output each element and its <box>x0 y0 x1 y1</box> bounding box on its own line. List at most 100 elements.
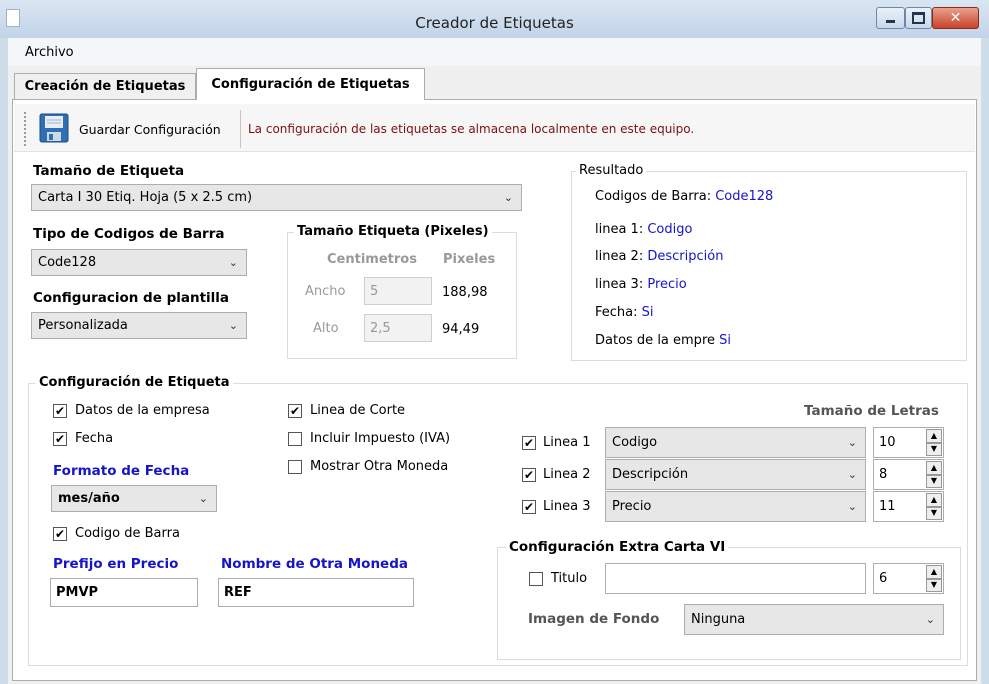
tab-creacion-etiquetas[interactable]: Creación de Etiquetas <box>14 73 196 99</box>
chevron-down-icon: ⌄ <box>925 613 935 626</box>
barcode-type-value: Code128 <box>38 255 97 270</box>
background-image-value: Ninguna <box>691 612 746 627</box>
save-config-button[interactable]: Guardar Configuración <box>79 122 221 137</box>
label-size-value: Carta I 30 Etiq. Hoja (5 x 2.5 cm) <box>38 190 253 205</box>
line2-field-select[interactable]: Descripción ⌄ <box>605 459 866 490</box>
company-data-label: Datos de la empresa <box>75 403 210 418</box>
price-prefix-value: PMVP <box>56 585 99 600</box>
check-icon: ✔ <box>523 500 535 514</box>
label-config-legend: Configuración de Etiqueta <box>36 375 233 390</box>
title-label: Titulo <box>551 571 588 586</box>
result-company-label: Datos de la empre <box>595 333 715 348</box>
chevron-down-icon: ⌄ <box>847 468 857 481</box>
other-currency-input[interactable]: REF <box>218 578 414 607</box>
line3-checkbox[interactable]: ✔ <box>522 500 536 514</box>
spin-up-icon[interactable]: ▲ <box>926 461 942 475</box>
result-line1-value: Codigo <box>647 222 693 237</box>
barcode-type-select[interactable]: Code128 ⌄ <box>31 249 247 276</box>
spin-up-icon[interactable]: ▲ <box>926 565 942 579</box>
company-data-checkbox[interactable]: ✔ <box>53 404 67 418</box>
other-currency-value: REF <box>224 585 252 600</box>
line1-size-value: 10 <box>879 435 896 450</box>
tab-label: Creación de Etiquetas <box>24 79 186 94</box>
maximize-button[interactable] <box>905 7 932 29</box>
result-barcodes-value: Code128 <box>715 189 774 204</box>
line2-size-spinner[interactable]: 8 ▲ ▼ <box>873 459 944 490</box>
title-size-value: 6 <box>879 571 888 586</box>
line1-field-select[interactable]: Codigo ⌄ <box>605 427 866 458</box>
cut-line-checkbox[interactable]: ✔ <box>288 404 302 418</box>
check-icon: ✔ <box>54 432 66 446</box>
show-other-currency-label: Mostrar Otra Moneda <box>310 459 449 474</box>
show-other-currency-checkbox[interactable] <box>288 460 302 474</box>
line2-checkbox[interactable]: ✔ <box>522 468 536 482</box>
check-icon: ✔ <box>54 404 66 418</box>
close-icon: ✕ <box>949 10 962 26</box>
barcode-checkbox[interactable]: ✔ <box>53 527 67 541</box>
line1-size-spinner[interactable]: 10 ▲ ▼ <box>873 427 944 458</box>
minimize-icon <box>877 8 904 28</box>
extra-carta-legend: Configuración Extra Carta VI <box>506 539 729 555</box>
title-checkbox[interactable] <box>529 572 543 586</box>
cut-line-label: Linea de Corte <box>310 403 406 418</box>
height-label: Alto <box>313 321 339 336</box>
background-image-label: Imagen de Fondo <box>528 611 660 627</box>
line3-size-value: 11 <box>879 499 896 514</box>
menu-archivo[interactable]: Archivo <box>25 45 74 60</box>
pixel-size-legend: Tamaño Etiqueta (Pixeles) <box>294 224 492 239</box>
height-px-value: 94,49 <box>442 322 480 337</box>
include-tax-checkbox[interactable] <box>288 432 302 446</box>
height-cm-input[interactable]: 2,5 <box>364 314 432 342</box>
maximize-icon <box>906 8 931 28</box>
result-line1-label: linea 1: <box>595 222 644 237</box>
date-format-heading: Formato de Fecha <box>53 463 190 479</box>
background-image-select[interactable]: Ninguna ⌄ <box>684 604 944 635</box>
result-date: Fecha: Si <box>595 305 654 320</box>
label-size-select[interactable]: Carta I 30 Etiq. Hoja (5 x 2.5 cm) ⌄ <box>31 184 522 211</box>
toolbar-grip[interactable] <box>24 112 27 146</box>
line3-field-select[interactable]: Precio ⌄ <box>605 491 866 522</box>
result-company: Datos de la empre Si <box>595 333 731 348</box>
line3-label: Linea 3 <box>543 499 591 514</box>
result-line2-label: linea 2: <box>595 249 644 264</box>
title-input[interactable] <box>605 563 866 594</box>
spin-down-icon[interactable]: ▼ <box>926 578 942 592</box>
barcode-label: Codigo de Barra <box>75 526 180 541</box>
minimize-button[interactable] <box>876 7 905 29</box>
result-line3-label: linea 3: <box>595 277 644 292</box>
result-barcodes: Codigos de Barra: Code128 <box>595 189 773 204</box>
pixeles-header: Pixeles <box>443 252 496 267</box>
date-checkbox[interactable]: ✔ <box>53 432 67 446</box>
width-cm-input[interactable]: 5 <box>364 277 432 305</box>
chevron-down-icon: ⌄ <box>847 500 857 513</box>
spin-down-icon[interactable]: ▼ <box>926 442 942 456</box>
check-icon: ✔ <box>54 527 66 541</box>
spin-down-icon[interactable]: ▼ <box>926 474 942 488</box>
info-message: La configuración de las etiquetas se alm… <box>248 122 695 136</box>
date-format-select[interactable]: mes/año ⌄ <box>51 485 217 512</box>
price-prefix-heading: Prefijo en Precio <box>53 556 179 572</box>
width-cm-value: 5 <box>370 283 379 299</box>
tab-configuracion-etiquetas[interactable]: Configuración de Etiquetas <box>196 68 425 100</box>
font-size-heading: Tamaño de Letras <box>804 403 939 419</box>
template-config-value: Personalizada <box>38 318 128 333</box>
spin-down-icon[interactable]: ▼ <box>926 506 942 520</box>
floppy-disk-icon[interactable] <box>39 113 69 143</box>
template-config-select[interactable]: Personalizada ⌄ <box>31 312 247 339</box>
spin-up-icon[interactable]: ▲ <box>926 493 942 507</box>
result-date-value: Si <box>641 305 654 320</box>
result-date-label: Fecha: <box>595 305 638 320</box>
chevron-down-icon: ⌄ <box>847 436 857 449</box>
line2-size-value: 8 <box>879 467 888 482</box>
price-prefix-input[interactable]: PMVP <box>50 578 198 607</box>
result-barcodes-label: Codigos de Barra: <box>595 189 712 204</box>
toolbar-separator <box>240 110 241 148</box>
close-button[interactable]: ✕ <box>932 7 979 29</box>
spin-up-icon[interactable]: ▲ <box>926 429 942 443</box>
check-icon: ✔ <box>289 404 301 418</box>
title-size-spinner[interactable]: 6 ▲ ▼ <box>873 563 944 594</box>
line3-size-spinner[interactable]: 11 ▲ ▼ <box>873 491 944 522</box>
line1-checkbox[interactable]: ✔ <box>522 436 536 450</box>
barcode-type-heading: Tipo de Codigos de Barra <box>33 226 225 242</box>
template-config-heading: Configuracion de plantilla <box>33 290 230 306</box>
